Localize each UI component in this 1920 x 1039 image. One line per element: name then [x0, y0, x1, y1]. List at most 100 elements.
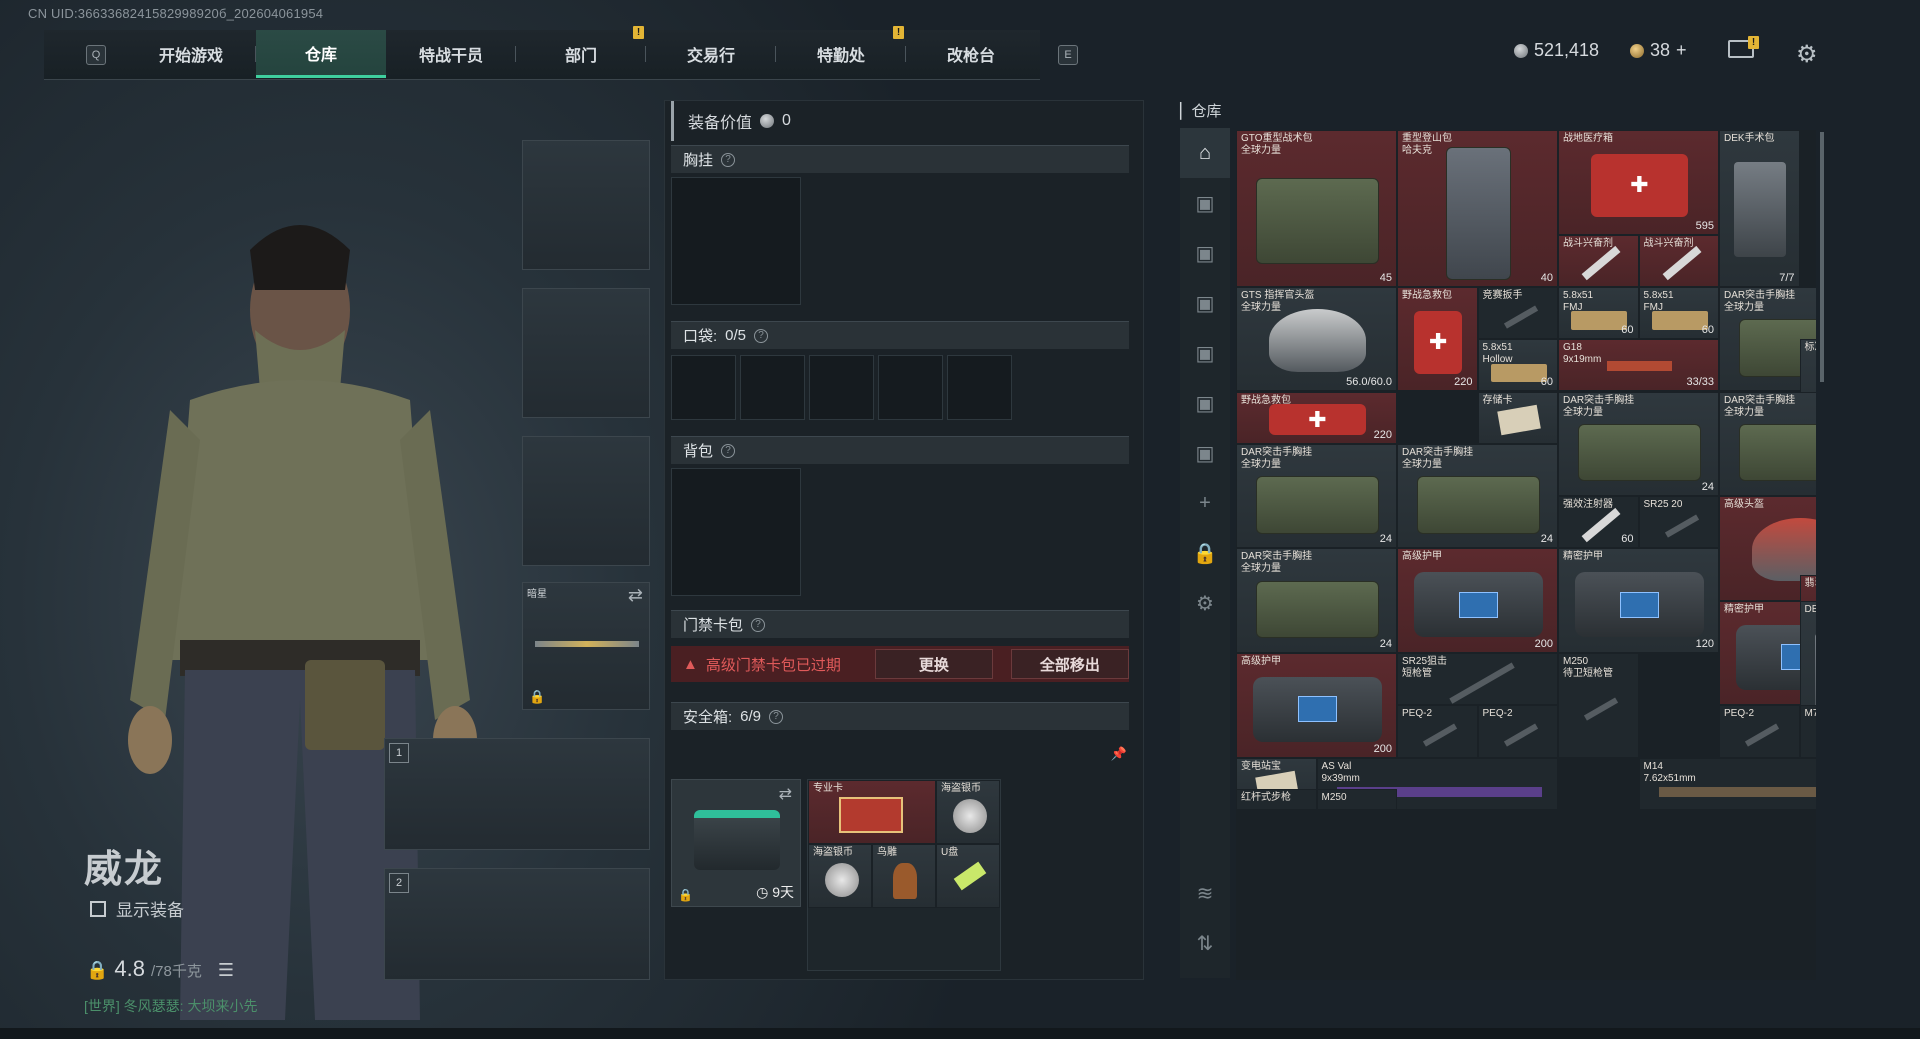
item-count: 40	[1540, 271, 1553, 284]
help-icon[interactable]: ?	[721, 443, 736, 458]
warehouse-page-icon[interactable]: ▣	[1180, 178, 1230, 228]
pocket-slot[interactable]	[671, 355, 736, 420]
warehouse-item-dar-chest-rig[interactable]: DAR突击手胸挂 全球力量24	[1397, 443, 1558, 549]
help-icon[interactable]: ?	[751, 617, 766, 632]
warehouse-item-peq-2-laser[interactable]: PEQ-2	[1719, 705, 1800, 758]
warehouse-item-advanced-armor[interactable]: 高级护甲 200	[1397, 548, 1558, 653]
item-count: 220	[1373, 428, 1392, 441]
sort-icon[interactable]: ⇅	[1180, 918, 1230, 968]
tab-gunsmith[interactable]: 改枪台	[906, 30, 1036, 78]
warehouse-item-field-first-aid-kit[interactable]: ✚ 野战急救包 220	[1236, 391, 1397, 444]
nav-right-key[interactable]: E	[1058, 45, 1078, 65]
safebox-item[interactable]: U盘	[936, 844, 1000, 908]
tab-department[interactable]: 部门	[516, 30, 646, 78]
warehouse-item-g18-pistol[interactable]: G18 9x19mm 33/33	[1558, 339, 1719, 392]
item-name: 变电站宝	[1241, 760, 1281, 772]
safebox-item[interactable]: 海盗银币	[936, 780, 1000, 844]
safebox-item[interactable]: 鸟雕	[872, 844, 936, 908]
show-equipment-toggle[interactable]: 显示装备	[90, 896, 184, 921]
warehouse-item-precision-armor[interactable]: 精密护甲 120	[1558, 548, 1719, 653]
pocket-slot[interactable]	[809, 355, 874, 420]
tab-start-game[interactable]: 开始游戏	[126, 30, 256, 78]
backpack-slot[interactable]	[671, 468, 801, 596]
pocket-slot[interactable]	[947, 355, 1012, 420]
safebox-item[interactable]: 专业卡	[808, 780, 936, 844]
warehouse-item-m14-rifle[interactable]: M14 7.62x51mm	[1638, 757, 1816, 810]
warehouse-item-dar-chest-rig[interactable]: DAR突击手胸挂 全球力量24	[1236, 548, 1397, 653]
safebox-slot[interactable]: ⇄ 🔒 ◷ 9天	[671, 779, 801, 907]
world-chat-line[interactable]: [世界] 冬风瑟瑟: 大坝来小先	[84, 996, 257, 1016]
warehouse-item-memory-card[interactable]: 存储卡	[1477, 391, 1558, 444]
tab-operators[interactable]: 特战干员	[386, 30, 516, 78]
warehouse-item-racing-wrench[interactable]: 竞赛扳手	[1477, 286, 1558, 340]
warehouse-all-icon[interactable]: ⌂	[1180, 128, 1230, 178]
warehouse-item-ammo-5-8x51-fmj[interactable]: 5.8x51 FMJ 60	[1558, 286, 1639, 340]
equipment-value: 0	[782, 112, 791, 129]
warehouse-item-strong-injector[interactable]: 强效注射器 60	[1558, 496, 1639, 549]
settings-gear-icon[interactable]: ⚙	[1796, 40, 1818, 69]
warehouse-item-dar-chest-rig[interactable]: DAR突击手胸挂 全球力量24	[1558, 391, 1719, 497]
armor-slot[interactable]	[522, 288, 650, 418]
swap-icon[interactable]: ⇄	[628, 585, 643, 606]
safebox-item[interactable]: 海盗银币	[808, 844, 872, 908]
warehouse-item-sr25-short-barrel[interactable]: SR25狙击 短枪管	[1397, 653, 1558, 706]
tab-warehouse[interactable]: 仓库	[256, 30, 386, 78]
warehouse-item-dar-chest-rig[interactable]: DAR突击手胸挂 全球力量24	[1719, 391, 1816, 497]
warehouse-scrollbar[interactable]	[1820, 132, 1824, 382]
primary-weapon-slot-2[interactable]: 2	[384, 868, 650, 980]
warehouse-item-gts-commander-helmet[interactable]: GTS 指挥官头盔 全球力量 56.0/60.0	[1236, 286, 1397, 392]
warehouse-item-m250-item[interactable]: M250	[1316, 788, 1397, 810]
warehouse-item-combat-stimulant[interactable]: 战斗兴奋剂	[1638, 234, 1719, 287]
nav-left-key[interactable]: Q	[86, 45, 106, 65]
item-name: SR25狙击 短枪管	[1402, 656, 1448, 679]
chest-rig-slot[interactable]	[671, 177, 801, 305]
list-icon[interactable]: ☰	[218, 960, 234, 981]
pocket-slot[interactable]	[878, 355, 943, 420]
tab-trading[interactable]: 交易行	[646, 30, 776, 78]
warehouse-page-icon[interactable]: ▣	[1180, 328, 1230, 378]
gold-plus[interactable]: +	[1676, 40, 1687, 61]
warehouse-item-gto-tactical-backpack[interactable]: GTO重型战术包 全球力量 45	[1236, 130, 1397, 287]
warehouse-item-m7-suppressor[interactable]: M7消音	[1799, 705, 1816, 758]
settings-gear-icon[interactable]: ⚙	[1180, 578, 1230, 628]
warehouse-item-ammo-5-8x51-fmj[interactable]: 5.8x51 FMJ 60	[1638, 286, 1719, 340]
gold-currency[interactable]: 38 +	[1630, 40, 1687, 61]
rifle-icon	[1658, 787, 1816, 798]
layers-icon[interactable]: ≋	[1180, 868, 1230, 918]
warehouse-page-icon[interactable]: ▣	[1180, 428, 1230, 478]
pistol-slot[interactable]	[522, 436, 650, 566]
chest-rig-icon	[1256, 178, 1379, 265]
warehouse-item-peq-2-laser[interactable]: PEQ-2	[1397, 705, 1478, 758]
replace-button[interactable]: 更换	[874, 649, 993, 679]
warehouse-item-field-medical-box[interactable]: ✚ 战地医疗箱 595	[1558, 130, 1719, 235]
help-icon[interactable]: ?	[754, 328, 769, 343]
warehouse-page-icon[interactable]: ▣	[1180, 378, 1230, 428]
warehouse-item-dar-chest-rig[interactable]: DAR突击手胸挂 全球力量24	[1236, 443, 1397, 549]
warehouse-item-field-first-aid-kit[interactable]: ✚ 野战急救包 220	[1397, 286, 1478, 392]
help-icon[interactable]: ?	[721, 152, 736, 167]
warehouse-item-heavy-mountain-backpack[interactable]: 重型登山包 哈夫克 40	[1397, 130, 1558, 287]
warehouse-item-m250-short-barrel[interactable]: M250 待卫短枪管	[1558, 653, 1639, 758]
warehouse-item-red-rifle[interactable]: 红杆式步枪	[1236, 788, 1317, 810]
lock-icon[interactable]: 🔒	[1180, 528, 1230, 578]
remove-all-button[interactable]: 全部移出	[1010, 649, 1129, 679]
warehouse-item-sr25-magazine[interactable]: SR25 20	[1638, 496, 1719, 549]
warehouse-item-advanced-armor[interactable]: 高级护甲 200	[1236, 653, 1397, 758]
tab-label: 交易行	[686, 48, 735, 65]
warehouse-item-ammo-5-8x51-hollow[interactable]: 5.8x51 Hollow 60	[1477, 339, 1558, 392]
show-equipment-checkbox[interactable]	[90, 900, 106, 917]
warehouse-page-icon[interactable]: ▣	[1180, 228, 1230, 278]
warehouse-item-dek-surgical-kit[interactable]: DEK手术包 7/7	[1719, 130, 1800, 287]
warehouse-page-icon[interactable]: ▣	[1180, 278, 1230, 328]
tab-special-ops[interactable]: 特勤处	[776, 30, 906, 78]
pocket-slot[interactable]	[740, 355, 805, 420]
swap-icon[interactable]: ⇄	[779, 784, 792, 804]
helmet-slot[interactable]	[522, 140, 650, 270]
melee-slot[interactable]: 暗星 ⇄ 🔒	[522, 582, 650, 710]
help-icon[interactable]: ?	[769, 709, 784, 724]
warehouse-item-combat-stimulant[interactable]: 战斗兴奋剂	[1558, 234, 1639, 287]
primary-weapon-slot-1[interactable]: 1	[384, 738, 650, 850]
pin-icon[interactable]: 📌	[1111, 746, 1127, 762]
warehouse-item-peq-2-laser[interactable]: PEQ-2	[1477, 705, 1558, 758]
add-page-icon[interactable]: +	[1180, 478, 1230, 528]
